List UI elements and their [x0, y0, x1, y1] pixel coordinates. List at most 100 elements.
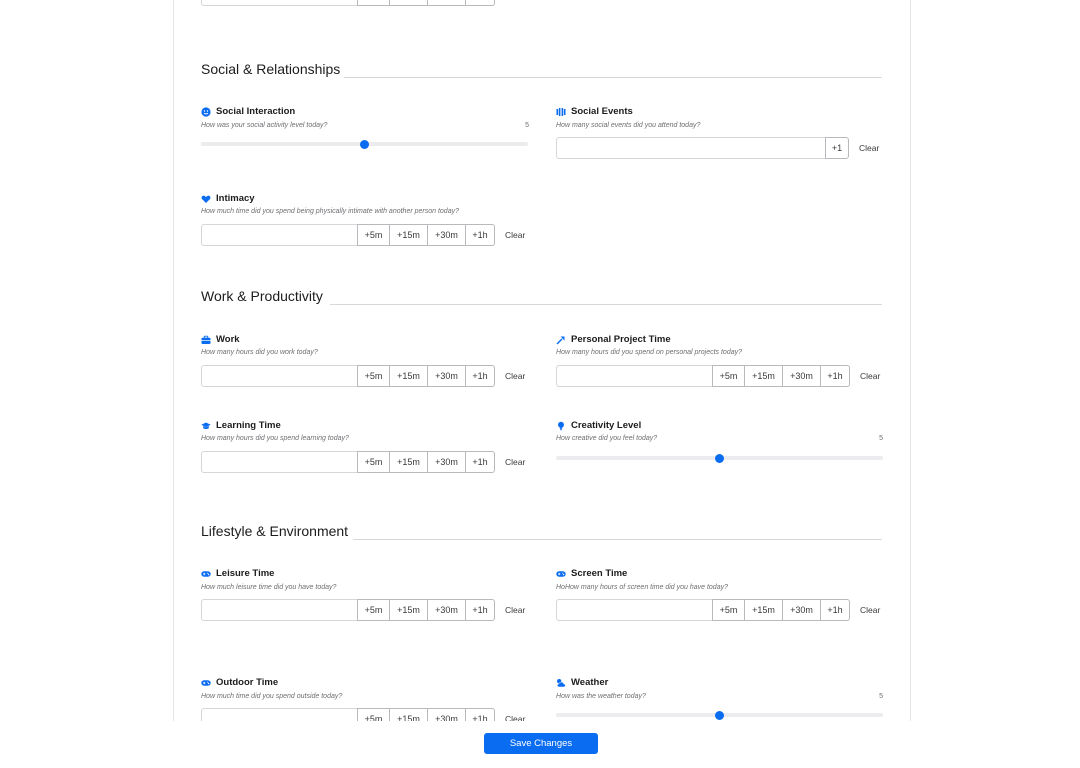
- add-5m-button[interactable]: +5m: [357, 224, 390, 246]
- add-1h-button[interactable]: +1h: [466, 365, 495, 387]
- slider-thumb[interactable]: [360, 139, 369, 149]
- add-5m-button[interactable]: +5m: [357, 708, 390, 721]
- field-title-social-events: Social Events: [556, 106, 633, 117]
- slider-value: 5: [879, 693, 883, 700]
- add-15m-button[interactable]: +15m: [390, 365, 428, 387]
- outdoor-time-row: +5m +15m +30m +1h Clear: [201, 708, 525, 721]
- add-15m-button[interactable]: +15m: [390, 451, 428, 473]
- time-input[interactable]: [201, 599, 357, 621]
- settings-panel: Social & Relationships Social Interactio…: [173, 0, 911, 721]
- slider-thumb[interactable]: [715, 710, 724, 720]
- gamepad-icon: [201, 678, 211, 688]
- clear-button[interactable]: Clear: [505, 605, 525, 615]
- personal-project-time-row: +5m +15m +30m +1h Clear: [556, 365, 880, 387]
- field-subtitle: How many hours did you spend on personal…: [556, 349, 742, 356]
- time-input-row-top: [201, 0, 495, 6]
- clear-button[interactable]: Clear: [860, 605, 880, 615]
- gamepad-icon: [556, 569, 566, 579]
- slider-thumb[interactable]: [715, 453, 724, 463]
- section-title-work: Work & Productivity: [201, 288, 331, 304]
- add-15m-button[interactable]: [390, 0, 428, 6]
- add-15m-button[interactable]: +15m: [745, 365, 783, 387]
- field-subtitle: How much time did you spend being physic…: [201, 208, 459, 215]
- field-subtitle: How creative did you feel today?: [556, 435, 658, 442]
- add-5m-button[interactable]: [357, 0, 390, 6]
- add-1h-button[interactable]: +1h: [466, 224, 495, 246]
- time-input[interactable]: [556, 365, 712, 387]
- creativity-slider[interactable]: [556, 453, 883, 463]
- social-events-input[interactable]: [556, 137, 825, 159]
- time-input[interactable]: [201, 0, 357, 6]
- add-5m-button[interactable]: +5m: [357, 451, 390, 473]
- add-1h-button[interactable]: [466, 0, 495, 6]
- add-15m-button[interactable]: +15m: [745, 599, 783, 621]
- add-30m-button[interactable]: [428, 0, 466, 6]
- add-5m-button[interactable]: +5m: [357, 599, 390, 621]
- add-1h-button[interactable]: +1h: [821, 365, 850, 387]
- add-30m-button[interactable]: +30m: [428, 365, 466, 387]
- hammer-icon: [556, 335, 566, 345]
- clear-button[interactable]: Clear: [505, 371, 525, 381]
- lightbulb-icon: [556, 421, 566, 431]
- clear-button[interactable]: Clear: [859, 143, 879, 153]
- add-1h-button[interactable]: +1h: [821, 599, 850, 621]
- add-30m-button[interactable]: +30m: [783, 599, 821, 621]
- field-subtitle: How many hours did you spend learning to…: [201, 435, 349, 442]
- add-1h-button[interactable]: +1h: [466, 708, 495, 721]
- briefcase-icon: [201, 335, 211, 345]
- weather-slider[interactable]: [556, 710, 883, 720]
- time-input[interactable]: [201, 365, 357, 387]
- field-title-label: Outdoor Time: [216, 677, 279, 688]
- field-subtitle: How much time did you spend outside toda…: [201, 693, 343, 700]
- add-15m-button[interactable]: +15m: [390, 224, 428, 246]
- field-title-outdoor: Outdoor Time: [201, 677, 278, 688]
- add-1h-button[interactable]: +1h: [466, 451, 495, 473]
- field-title-label: Weather: [571, 677, 609, 688]
- field-subtitle: How was the weather today?: [556, 693, 646, 700]
- add-30m-button[interactable]: +30m: [428, 224, 466, 246]
- add-15m-button[interactable]: +15m: [390, 599, 428, 621]
- add-15m-button[interactable]: +15m: [390, 708, 428, 721]
- clear-button[interactable]: Clear: [860, 371, 880, 381]
- time-input[interactable]: [201, 708, 357, 721]
- field-title-label: Social Interaction: [216, 106, 296, 117]
- time-input[interactable]: [201, 451, 357, 473]
- add-5m-button[interactable]: +5m: [357, 365, 390, 387]
- clear-button[interactable]: Clear: [505, 457, 525, 467]
- field-title-work: Work: [201, 334, 240, 345]
- field-title-label: Creativity Level: [571, 420, 642, 431]
- clear-button[interactable]: Clear: [505, 714, 525, 721]
- leisure-time-row: +5m +15m +30m +1h Clear: [201, 599, 525, 621]
- field-title-weather: Weather: [556, 677, 608, 688]
- time-input[interactable]: [556, 599, 712, 621]
- time-input[interactable]: [201, 224, 357, 246]
- save-changes-button[interactable]: Save Changes: [484, 733, 598, 754]
- slider-value: 5: [879, 435, 883, 442]
- add-1h-button[interactable]: +1h: [466, 599, 495, 621]
- graduation-cap-icon: [201, 421, 211, 431]
- work-time-row: +5m +15m +30m +1h Clear: [201, 365, 525, 387]
- people-icon: [556, 107, 566, 117]
- field-title-label: Leisure Time: [216, 568, 275, 579]
- add-30m-button[interactable]: +30m: [428, 708, 466, 721]
- add-30m-button[interactable]: +30m: [428, 451, 466, 473]
- heart-icon: [201, 194, 211, 204]
- screen-time-row: +5m +15m +30m +1h Clear: [556, 599, 880, 621]
- page: Social & Relationships Social Interactio…: [0, 0, 1080, 768]
- learning-time-row: +5m +15m +30m +1h Clear: [201, 451, 525, 473]
- section-divider: [344, 77, 882, 78]
- add-one-button[interactable]: +1: [825, 137, 849, 159]
- clear-button[interactable]: Clear: [505, 230, 525, 240]
- add-5m-button[interactable]: +5m: [712, 365, 745, 387]
- social-interaction-slider[interactable]: [201, 139, 528, 149]
- add-5m-button[interactable]: +5m: [712, 599, 745, 621]
- field-title-label: Learning Time: [216, 420, 281, 431]
- section-title-lifestyle: Lifestyle & Environment: [201, 523, 357, 539]
- social-events-row: +1 Clear: [556, 137, 879, 159]
- field-title-label: Screen Time: [571, 568, 628, 579]
- field-subtitle: HoHow many hours of screen time did you …: [556, 584, 728, 591]
- add-30m-button[interactable]: +30m: [783, 365, 821, 387]
- add-30m-button[interactable]: +30m: [428, 599, 466, 621]
- intimacy-time-row: +5m +15m +30m +1h Clear: [201, 224, 525, 246]
- section-divider: [353, 539, 882, 540]
